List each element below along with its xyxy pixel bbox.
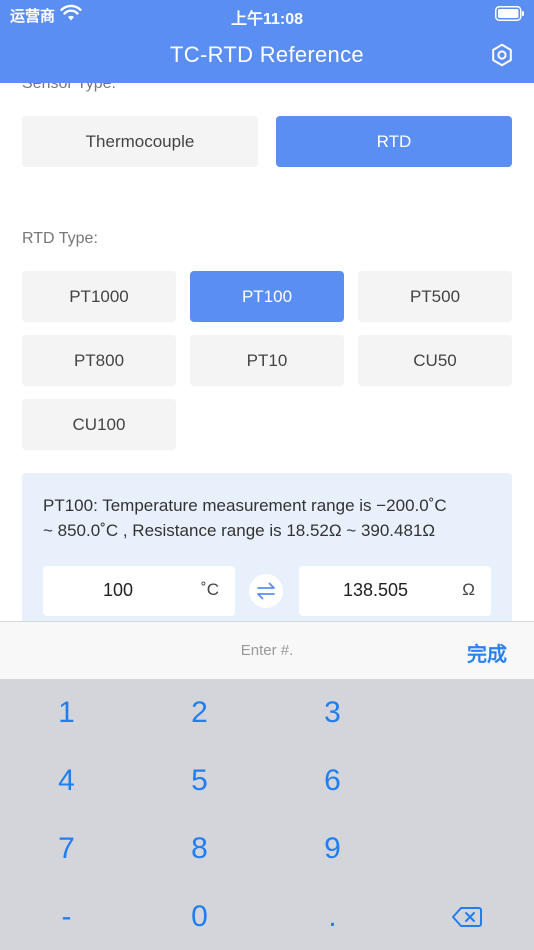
thermocouple-button[interactable]: Thermocouple <box>22 116 258 167</box>
key-3[interactable]: 3 <box>266 679 399 747</box>
rtd-button[interactable]: RTD <box>276 116 512 167</box>
gear-icon[interactable] <box>490 43 514 67</box>
keyboard-toolbar: Enter #. 完成 <box>0 621 534 679</box>
key-1[interactable]: 1 <box>0 679 133 747</box>
rtd-option-pt1000[interactable]: PT1000 <box>22 271 176 322</box>
rtd-type-label: RTD Type: <box>22 230 98 247</box>
key-minus[interactable]: - <box>0 883 133 950</box>
key-decimal[interactable]: . <box>266 883 399 950</box>
done-button[interactable]: 完成 <box>467 638 507 667</box>
rtd-type-card: RTD Type: PT1000 PT100 PT500 PT800 PT10 … <box>0 203 534 621</box>
number-keypad: 1 2 3 4 5 6 7 8 9 - 0 . <box>0 679 534 950</box>
swap-arrows-icon <box>257 582 275 600</box>
range-info-line-2: ~ 850.0˚C , Resistance range is 18.52Ω ~… <box>43 521 436 540</box>
key-7[interactable]: 7 <box>0 815 133 883</box>
conversion-panel: PT100: Temperature measurement range is … <box>22 473 512 621</box>
rtd-option-cu100[interactable]: CU100 <box>22 399 176 450</box>
resistance-unit: Ω <box>462 580 475 599</box>
key-6[interactable]: 6 <box>266 747 399 815</box>
range-info-line-1: PT100: Temperature measurement range is … <box>43 496 447 515</box>
content-area[interactable]: Sensor Type: Thermocouple RTD RTD Type: … <box>0 83 534 621</box>
rtd-option-pt800[interactable]: PT800 <box>22 335 176 386</box>
backspace-key[interactable] <box>400 883 533 950</box>
swap-button[interactable] <box>249 574 283 608</box>
key-2[interactable]: 2 <box>133 679 266 747</box>
temperature-input[interactable]: 100 ˚C <box>43 566 235 616</box>
backspace-icon <box>451 907 482 927</box>
rtd-option-pt500[interactable]: PT500 <box>358 271 512 322</box>
key-5[interactable]: 5 <box>133 747 266 815</box>
temperature-value: 100 <box>103 580 134 600</box>
rtd-option-cu50[interactable]: CU50 <box>358 335 512 386</box>
key-9[interactable]: 9 <box>266 815 399 883</box>
status-bar: 运营商 上午11:08 <box>0 0 534 28</box>
status-time: 上午11:08 <box>230 11 304 28</box>
key-4[interactable]: 4 <box>0 747 133 815</box>
resistance-value: 138.505 <box>343 580 409 600</box>
range-info: PT100: Temperature measurement range is … <box>43 493 498 543</box>
rtd-option-pt10[interactable]: PT10 <box>190 335 344 386</box>
sensor-type-label: Sensor Type: <box>22 83 116 92</box>
key-8[interactable]: 8 <box>133 815 266 883</box>
battery-icon <box>495 6 524 21</box>
resistance-input[interactable]: 138.505 Ω <box>299 566 491 616</box>
temperature-unit: ˚C <box>201 580 219 599</box>
app-header: 运营商 上午11:08 TC-RTD Reference <box>0 0 534 83</box>
rtd-option-pt100[interactable]: PT100 <box>190 271 344 322</box>
page-title: TC-RTD Reference <box>170 42 364 67</box>
key-0[interactable]: 0 <box>133 883 266 950</box>
keyboard-placeholder: Enter #. <box>240 642 294 659</box>
